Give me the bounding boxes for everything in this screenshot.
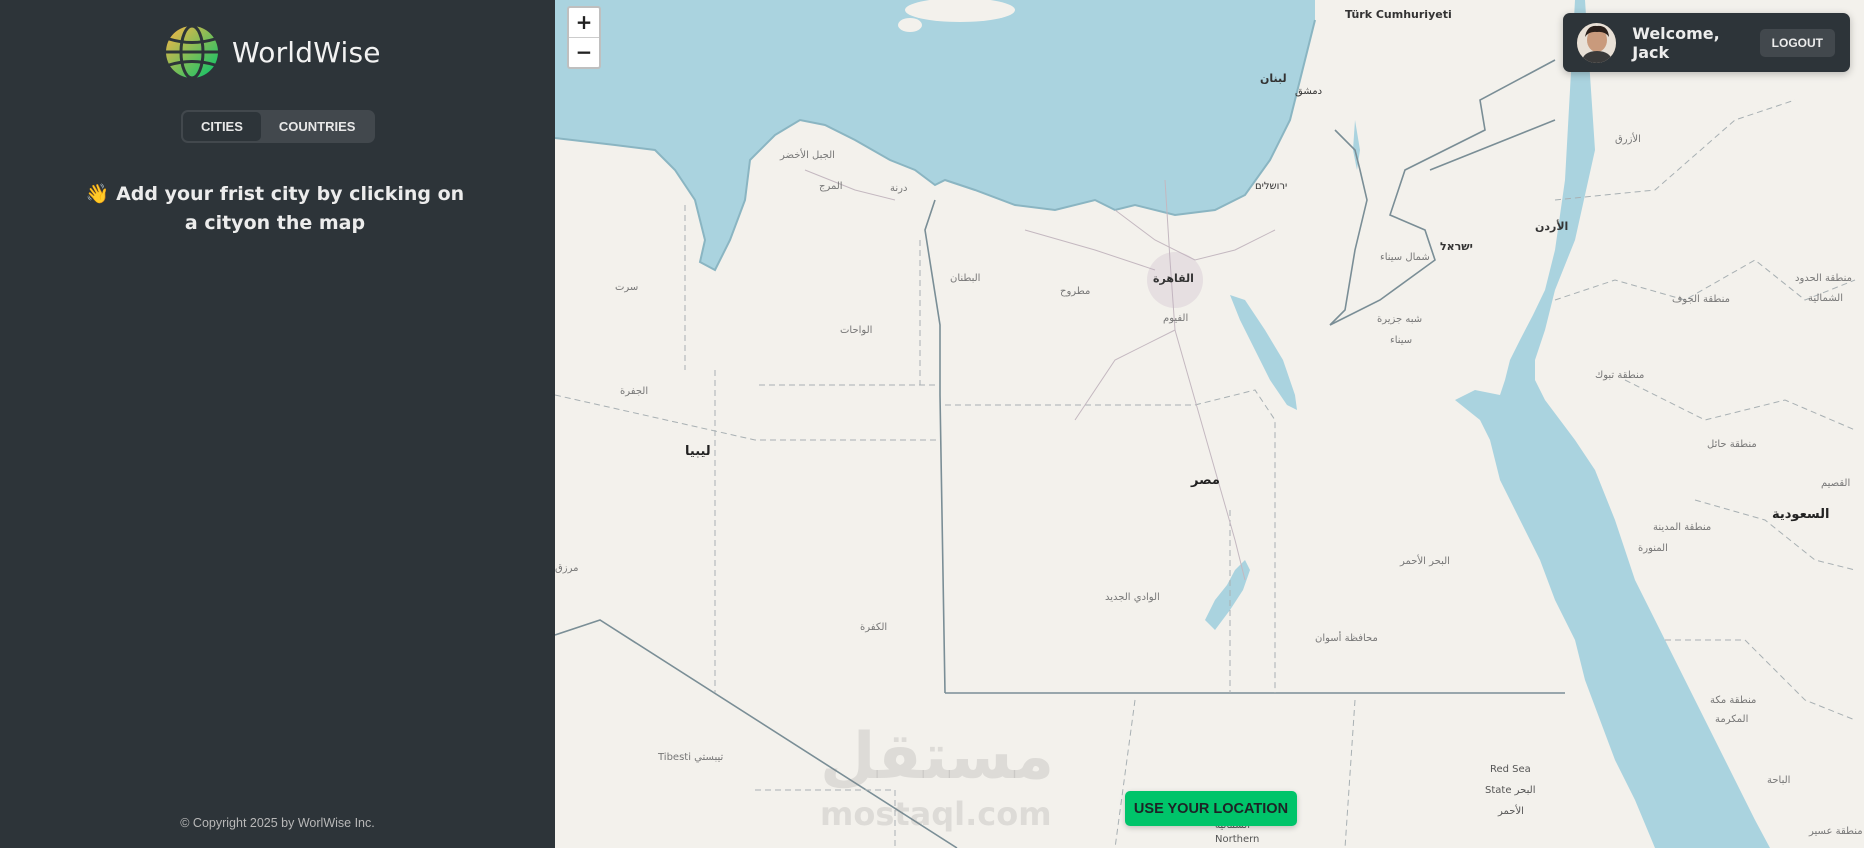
map-label-saudi: السعودية — [1772, 507, 1830, 522]
use-location-button[interactable]: USE YOUR LOCATION — [1125, 791, 1297, 826]
map-label-kufra: الكفرة — [860, 622, 888, 633]
map-label-damascus: دمشق — [1295, 86, 1323, 97]
wave-emoji-icon: 👋 — [85, 183, 110, 205]
sidebar: WorldWise CITIES COUNTRIES 👋 Add your fr… — [0, 0, 555, 848]
map-label-sirte: سرت — [615, 282, 639, 293]
map-label-makkah-1: منطقة مكة — [1710, 695, 1757, 706]
map-label-tabuk: منطقة تبوك — [1595, 370, 1645, 381]
map-label-jawf: منطقة الجوف — [1672, 294, 1730, 305]
map-label-jufra: الجفرة — [620, 386, 649, 397]
map-label-north-sinai: شمال سيناء — [1380, 252, 1430, 263]
map-label-faiyum: الفيوم — [1163, 313, 1189, 324]
watermark-latin: mostaql.com — [820, 795, 1052, 833]
map-label-butnan: البطنان — [950, 273, 981, 284]
map-label-northern-2: Northern — [1215, 834, 1260, 845]
map-label-azraq: الأزرق — [1615, 134, 1641, 145]
map-label-baha: الباحة — [1767, 775, 1791, 786]
map-label-hail: منطقة حائل — [1707, 439, 1757, 450]
tab-bar: CITIES COUNTRIES — [181, 110, 376, 143]
map-label-asir: منطقة عسير — [1809, 826, 1863, 837]
map-label-israel: ישראל — [1440, 240, 1473, 253]
map-label-red-sea-state-3: الأحمر — [1498, 806, 1524, 817]
map-label-derna: درنة — [890, 183, 908, 194]
map-label-northern-borders-2: الشمالية — [1808, 293, 1843, 304]
map-label-red-sea-state-1: Red Sea — [1490, 764, 1531, 775]
app-name: WorldWise — [232, 35, 381, 69]
app-logo[interactable]: WorldWise — [164, 24, 381, 80]
map-label-sinai: سيناء — [1390, 335, 1413, 346]
map-label-new-valley: الوادي الجديد — [1105, 592, 1160, 603]
map-label-jerusalem: ירושלים — [1255, 181, 1288, 192]
user-panel: Welcome, Jack LOGOUT — [1563, 13, 1850, 72]
tab-countries[interactable]: COUNTRIES — [261, 112, 374, 141]
map-label-egypt: مصر — [1191, 473, 1220, 488]
map-label-cairo: القاهرة — [1153, 272, 1194, 285]
zoom-in-button[interactable]: + — [569, 8, 599, 38]
copyright-text: © Copyright 2025 by WorlWise Inc. — [180, 816, 375, 830]
map-tiles — [555, 0, 1856, 848]
map-label-red-sea-gov: البحر الأحمر — [1400, 556, 1450, 567]
map[interactable]: Türk Cumhuriyeti لبنان دمشق ירושלים ישרא… — [555, 0, 1864, 848]
map-label-libya: ليبيا — [685, 444, 711, 459]
map-label-madinah-1: منطقة المدينة — [1653, 522, 1712, 533]
map-label-murzuq: مرزق — [555, 563, 579, 574]
globe-logo-icon — [166, 24, 218, 80]
avatar — [1577, 22, 1617, 63]
map-label-madinah-2: المنورة — [1638, 543, 1668, 554]
welcome-text: Welcome, Jack — [1632, 23, 1720, 62]
tab-cities[interactable]: CITIES — [183, 112, 261, 141]
map-label-marj: المرج — [819, 181, 843, 192]
empty-state-message: 👋 Add your frist city by clicking on a c… — [80, 180, 470, 238]
zoom-out-button[interactable]: − — [569, 38, 599, 67]
logout-button[interactable]: LOGOUT — [1759, 28, 1835, 57]
map-label-red-sea-state-2: State البحر — [1485, 785, 1536, 796]
map-label-sinai-peninsula: شبه جزيرة — [1377, 314, 1423, 325]
map-label-lebanon: لبنان — [1260, 72, 1287, 85]
map-label-makkah-2: المكرمة — [1715, 714, 1749, 725]
map-label-aswan: محافظة أسوان — [1315, 633, 1378, 644]
zoom-control: + − — [567, 6, 601, 69]
map-label-jabal-akhdar: الجبل الأخضر — [780, 150, 835, 161]
map-label-wahat: الواحات — [840, 325, 873, 336]
map-label-jordan: الأردن — [1535, 220, 1569, 233]
map-label-matrouh: مطروح — [1060, 286, 1091, 297]
map-label-tibesti: Tibesti تيبستي — [658, 752, 724, 763]
watermark-arabic: مستقل — [820, 720, 1055, 794]
map-label-turkey: Türk Cumhuriyeti — [1345, 8, 1452, 21]
map-label-qassim: القصيم — [1821, 478, 1851, 489]
map-label-northern-borders-1: منطقة الحدود — [1795, 273, 1852, 284]
user-avatar-icon — [1577, 22, 1617, 63]
empty-state-text: Add your frist city by clicking on a cit… — [116, 183, 465, 234]
